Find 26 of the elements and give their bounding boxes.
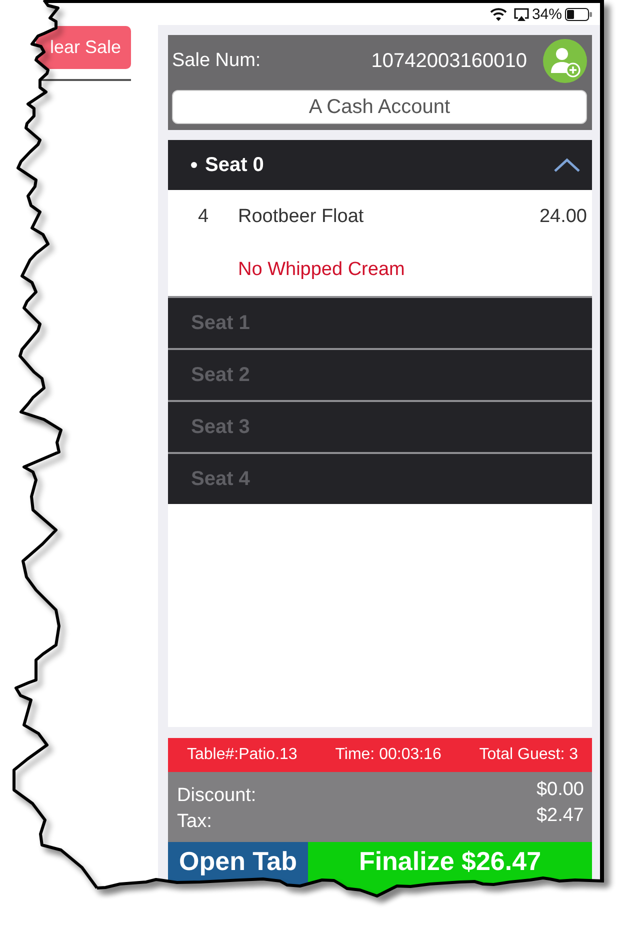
- seat-header[interactable]: Seat 1: [168, 296, 592, 348]
- sale-number: 10742003160010: [371, 50, 527, 72]
- seat-header[interactable]: Seat 2: [168, 348, 592, 400]
- account-field[interactable]: A Cash Account: [172, 90, 587, 124]
- table-info-text: Time: 00:03:16: [335, 746, 442, 764]
- add-person-icon[interactable]: [543, 39, 587, 83]
- item-price: 24.00: [539, 206, 587, 228]
- seat-header[interactable]: Seat 3: [168, 400, 592, 452]
- total-value: $0.00: [536, 780, 584, 800]
- airplay-icon: [514, 8, 529, 20]
- item-quantity: 4: [197, 206, 210, 228]
- table-info-text: Table#:Patio.13: [187, 746, 298, 764]
- item-name: Rootbeer Float: [238, 206, 364, 228]
- wifi-icon: [490, 8, 507, 20]
- item-modifier: No Whipped Cream: [238, 258, 405, 280]
- total-label: Tax:: [177, 812, 213, 832]
- clear-sale-button[interactable]: lear Sale: [36, 26, 131, 69]
- seat-header[interactable]: Seat 4: [168, 452, 592, 504]
- total-label: Discount:: [177, 786, 258, 806]
- chevron-up-icon[interactable]: [554, 158, 580, 172]
- battery-icon: [565, 8, 592, 20]
- total-value: $2.47: [536, 806, 584, 826]
- seat-header[interactable]: Seat 0: [168, 140, 592, 190]
- table-info-text: Total Guest: 3: [479, 746, 578, 764]
- sale-number-label: Sale Num:: [172, 50, 261, 72]
- battery-percentage: 34%: [532, 6, 562, 22]
